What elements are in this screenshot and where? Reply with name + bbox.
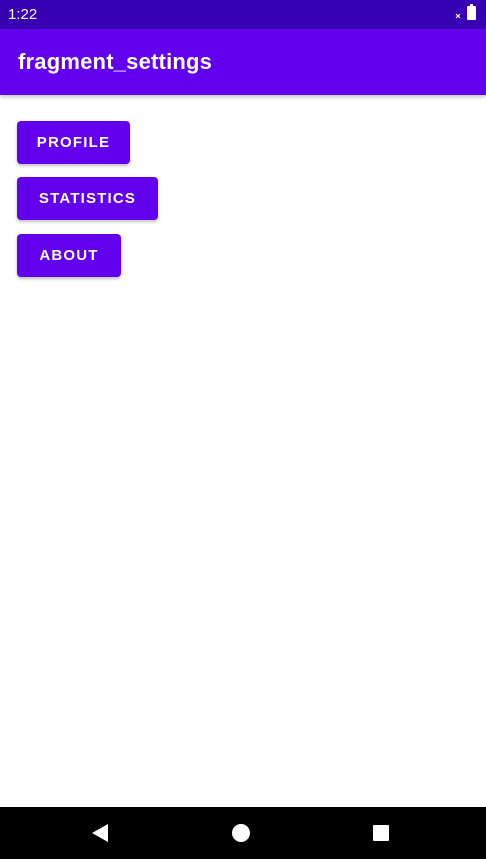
navigation-bar bbox=[0, 807, 486, 859]
status-bar: 1:22 bbox=[0, 0, 486, 29]
recents-icon[interactable] bbox=[369, 821, 393, 845]
battery-icon bbox=[467, 4, 476, 25]
home-icon[interactable] bbox=[229, 821, 253, 845]
status-icons bbox=[455, 4, 476, 25]
status-time: 1:22 bbox=[8, 6, 38, 23]
app-bar: fragment_settings bbox=[0, 29, 486, 95]
profile-button[interactable]: PROFILE bbox=[17, 121, 130, 164]
app-screen: 1:22 fragment_settings PROFILE STATISTIC… bbox=[0, 0, 486, 859]
page-title: fragment_settings bbox=[18, 49, 213, 74]
about-button[interactable]: ABOUT bbox=[17, 234, 121, 277]
statistics-button[interactable]: STATISTICS bbox=[17, 177, 158, 220]
back-icon[interactable] bbox=[88, 821, 112, 845]
signal-off-icon bbox=[455, 6, 461, 24]
settings-content: PROFILE STATISTICS ABOUT bbox=[0, 95, 486, 807]
